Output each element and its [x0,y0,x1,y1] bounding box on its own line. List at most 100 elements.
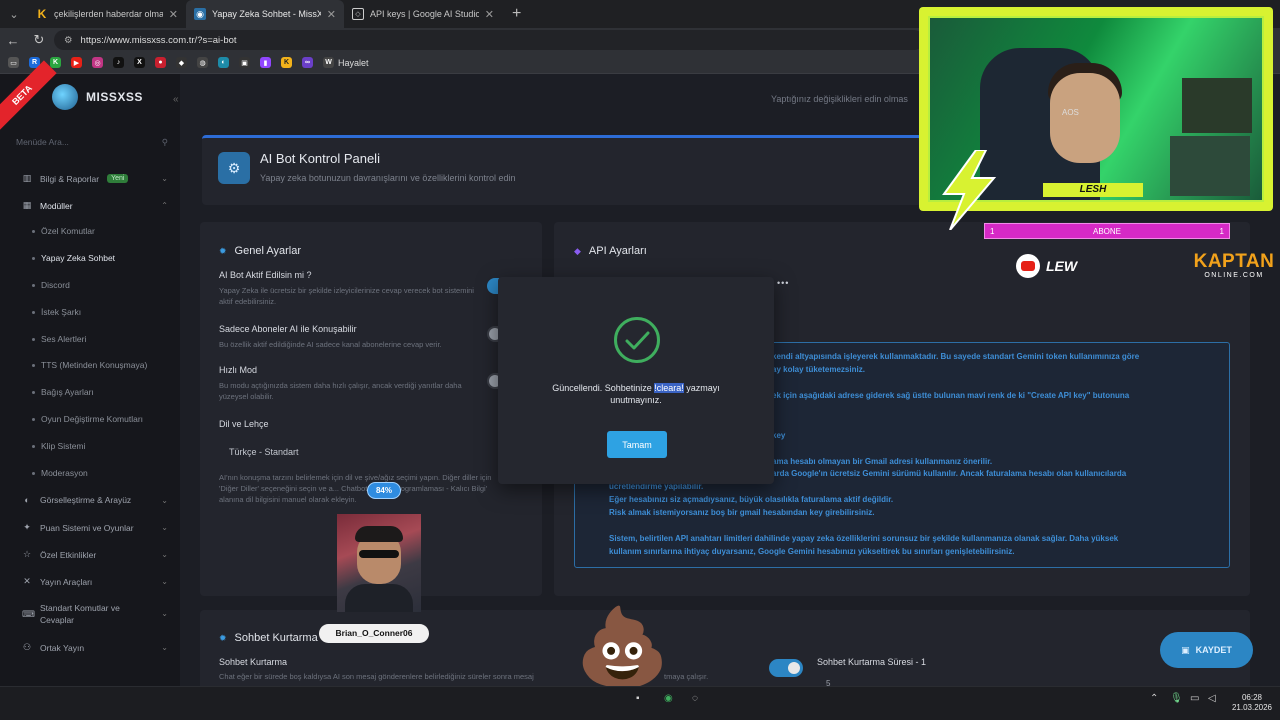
language-select[interactable]: Türkçe - Standart [229,447,299,457]
section-title-text: API Ayarları [588,245,647,257]
palette-icon: ◐ [24,495,30,505]
network-icon[interactable]: ▭ [1190,693,1199,704]
sidebar [0,74,180,686]
bookmark-icon[interactable]: ▣ [239,57,250,68]
sidebar-sub-label: Klip Sistemi [41,441,86,451]
tab-google-ai[interactable]: ◇ API keys | Google AI Studio ✕ [344,0,502,28]
logo-mascot-icon [52,84,78,110]
bookmark-hayalet[interactable]: W Hayalet [323,57,369,68]
sidebar-sub-moderasyon[interactable]: Moderasyon [32,468,88,478]
chevron-up-icon[interactable]: ⌃ [1150,693,1158,704]
sidebar-item-bilgi[interactable]: ▥ Bilgi & Raporlar Yeni ⌄ [22,173,168,184]
sidebar-sub-tts[interactable]: TTS (Metinden Konuşmaya) [32,360,147,370]
sidebar-item-label: Puan Sistemi ve Oyunlar [40,522,134,533]
modal-command-highlight: !cleara! [654,383,684,393]
bookmark-icon[interactable]: ▭ [8,57,19,68]
bookmark-label: Hayalet [338,57,369,68]
system-clock[interactable]: 06:28 21.03.2026 [1228,693,1276,713]
sidebar-sub-ses-alertleri[interactable]: Ses Alertleri [32,334,86,344]
sidebar-item-moduller[interactable]: ▦ Modüller ⌃ [22,200,168,211]
site-info-icon[interactable]: ⚙ [64,35,73,46]
streamer-face [1050,73,1120,163]
volume-icon[interactable]: ◁ [1208,693,1216,704]
bullet-icon [32,471,35,475]
tab-cekilis[interactable]: K çekilişlerden haberdar olmak için ✕ [28,0,186,28]
taskbar-app-icon[interactable]: ◌ [692,693,698,704]
sidebar-sub-istek-sarki[interactable]: İstek Şarkı [32,307,81,317]
chevron-up-icon: ⌃ [161,201,168,210]
bot-active-desc: Yapay Zeka ile ücretsiz bir şekilde izle… [219,286,474,306]
tab-ai-bot[interactable]: ◉ Yapay Zeka Sohbet - MissXss AI Bo ✕ [186,0,344,28]
back-icon[interactable]: ← [0,33,26,48]
close-icon[interactable]: ✕ [169,8,178,21]
twitch-icon[interactable]: ▮ [260,57,271,68]
url-input[interactable]: ⚙ https://www.missxss.com.tr/?s=ai-bot [54,30,924,50]
chat-recovery-desc-end: tmaya çalışır. [664,672,709,681]
collapse-sidebar-icon[interactable]: « [173,94,179,105]
sidebar-sub-discord[interactable]: Discord [32,280,70,290]
lightning-bolt-icon [942,150,997,230]
logo[interactable]: MISSXSS [52,84,143,110]
new-tab-icon[interactable]: + [502,5,531,23]
key-icon: ◆ [574,245,581,256]
sidebar-item-yayin-araclari[interactable]: ✕ Yayın Araçları ⌄ [22,576,168,587]
x-icon[interactable]: X [134,57,145,68]
tab-label: API keys | Google AI Studio [370,9,479,19]
bookmark-icon[interactable]: ◍ [197,57,208,68]
save-button[interactable]: ▣ KAYDET [1160,632,1253,668]
info-line: Risk almak istemiyorsanız boş bir gmail … [609,508,875,517]
sidebar-sub-yapay-zeka[interactable]: Yapay Zeka Sohbet [32,253,115,263]
sidebar-item-puan[interactable]: ✦ Puan Sistemi ve Oyunlar ⌄ [22,522,168,533]
sidebar-item-gorsellestirme[interactable]: ◐ Görselleştirme & Arayüz ⌄ [22,495,168,505]
gamepad-icon: ✦ [23,522,31,532]
kaptan-logo: KAPTAN ONLINE.COM [1192,252,1276,280]
bookmark-icon[interactable]: ● [155,57,166,68]
bookmark-icon[interactable]: K [281,57,292,68]
close-icon[interactable]: ✕ [485,8,494,21]
clock-time: 06:28 [1241,693,1263,702]
youtube-channel: LEW [1016,254,1077,278]
bullet-icon [32,337,35,341]
ok-button[interactable]: Tamam [607,431,667,458]
sidebar-sub-oyun-degistirme[interactable]: Oyun Değiştirme Komutları [32,414,143,424]
sidebar-item-etkinlikler[interactable]: ☆ Özel Etkinlikler ⌄ [22,549,168,560]
sidebar-sub-bagis[interactable]: Bağış Ayarları [32,387,94,397]
bookmark-icon[interactable]: ◐ [218,57,229,68]
url-text: https://www.missxss.com.tr/?s=ai-bot [80,34,237,46]
sidebar-search[interactable]: Menüde Ara... ⚲ [16,137,168,148]
instagram-icon[interactable]: ◎ [92,57,103,68]
bullet-icon [32,417,35,421]
language-desc: AI'nın konuşma tarzını belirlemek için d… [219,473,492,504]
general-settings-title: ✹ Genel Ayarlar [219,245,301,257]
sidebar-item-standart-komutlar[interactable]: ⌨ Standart Komutlar ve Cevaplar ⌄ [22,602,168,626]
youtube-icon[interactable]: ▶ [71,57,82,68]
star-icon: ☆ [22,549,32,559]
sidebar-sub-ozel-komutlar[interactable]: Özel Komutlar [32,226,95,236]
api-key-masked[interactable]: ••• [777,278,789,288]
robot-icon: ⚙ [218,152,250,184]
bullet-icon [32,444,35,448]
microphone-icon[interactable]: 🎙 [1170,693,1183,704]
close-icon[interactable]: ✕ [327,8,336,21]
tiktok-icon[interactable]: ♪ [113,57,124,68]
bookmark-icon: W [323,57,334,68]
sidebar-item-label: Bilgi & Raporlar [40,173,100,184]
sidebar-sub-klip[interactable]: Klip Sistemi [32,441,85,451]
chat-recovery-toggle[interactable] [769,659,803,677]
info-line: ay kolay tüketemezsiniz. [772,365,865,374]
bookmark-icon[interactable]: ◆ [176,57,187,68]
bookmark-icon[interactable]: ∞ [302,57,313,68]
sidebar-sub-label: Yapay Zeka Sohbet [41,253,116,263]
modal-message: Güncellendi. Sohbetinize !cleara! yazmay… [540,382,732,406]
logo-text: MISSXSS [86,90,143,104]
save-icon: ▣ [1181,644,1190,655]
sidebar-item-ortak-yayin[interactable]: ⚇ Ortak Yayın ⌄ [22,642,168,653]
taskbar-app-icon[interactable]: ▪ [636,693,640,704]
eagle-poster-icon [1170,136,1250,196]
sidebar-sub-label: Özel Komutlar [41,226,95,236]
reload-icon[interactable]: ↻ [26,32,52,48]
bookmark-icon[interactable]: K [50,57,61,68]
tab-search-icon[interactable]: ⌄ [0,0,28,28]
spotify-icon[interactable]: ◉ [664,693,673,704]
tools-icon: ✕ [23,576,31,586]
